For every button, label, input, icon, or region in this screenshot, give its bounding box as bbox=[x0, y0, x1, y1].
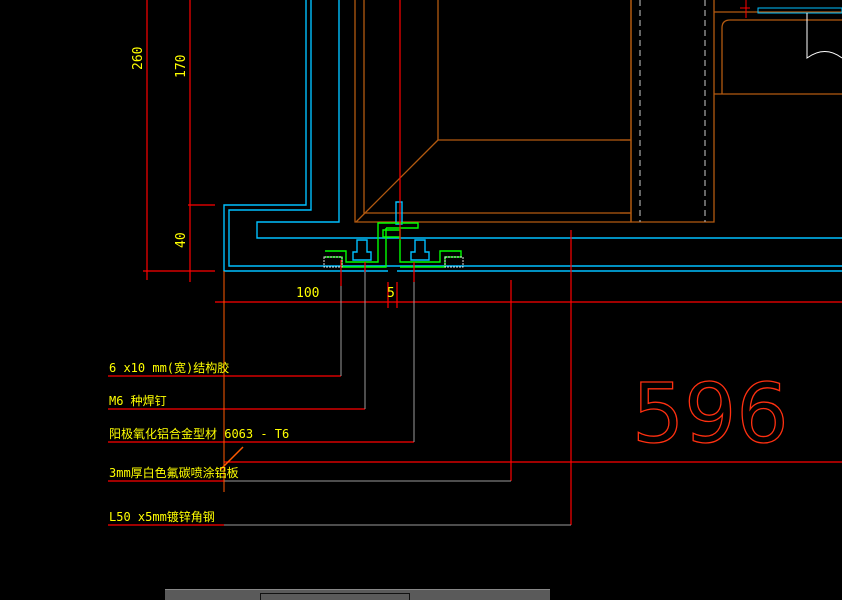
label-structural-sealant: 6 x10 mm(宽)结构胶 bbox=[109, 360, 229, 375]
dim-100: 100 bbox=[296, 286, 319, 301]
leader-lines bbox=[224, 272, 571, 526]
cad-canvas[interactable]: 260 170 40 100 5 6 x10 mm(宽)结构胶 M6 种焊钉 阳… bbox=[0, 0, 842, 600]
dim-5: 5 bbox=[387, 286, 395, 301]
dim-260: 260 bbox=[131, 47, 146, 70]
big-number: 596 bbox=[632, 367, 789, 462]
hidden-lines bbox=[639, 0, 706, 222]
marker-cross bbox=[740, 0, 750, 18]
label-weld-stud: M6 种焊钉 bbox=[109, 393, 167, 408]
label-aluminum-panel: 3mm厚白色氟碳喷涂铝板 bbox=[109, 465, 239, 480]
aluminum-panel bbox=[223, 0, 842, 272]
label-angle-steel: L50 x5mm镀锌角钢 bbox=[109, 510, 215, 524]
brown-frame bbox=[354, 0, 842, 223]
dim-40: 40 bbox=[174, 232, 189, 248]
toolbar-input-box[interactable] bbox=[260, 593, 410, 600]
label-aluminum-profile: 阳极氧化铝合金型材 6063 - T6 bbox=[109, 426, 289, 441]
bottom-toolbar[interactable] bbox=[165, 589, 550, 600]
aluminum-profile bbox=[325, 222, 462, 268]
dim-170: 170 bbox=[174, 55, 189, 78]
cad-drawing: 260 170 40 100 5 6 x10 mm(宽)结构胶 M6 种焊钉 阳… bbox=[108, 0, 842, 526]
